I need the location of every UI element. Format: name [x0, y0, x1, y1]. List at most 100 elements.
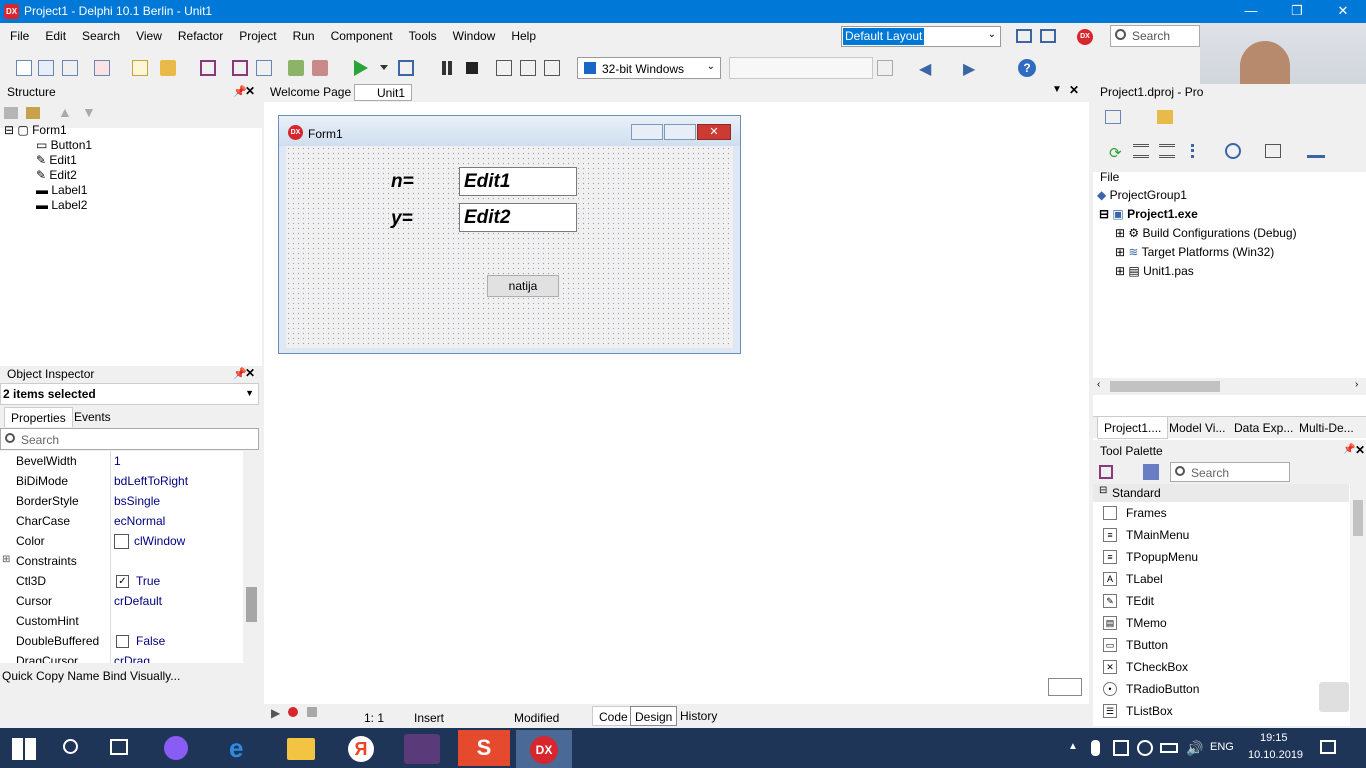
platform-combobox[interactable]: 32-bit Windows ⌄: [577, 57, 721, 79]
add-project-icon[interactable]: [1157, 110, 1173, 124]
trace-into-icon[interactable]: [496, 60, 512, 76]
delphi-taskbar-button[interactable]: DX: [516, 730, 572, 768]
form-maximize-button[interactable]: [664, 124, 696, 140]
video-app-icon[interactable]: [404, 734, 440, 764]
unit1-node[interactable]: ⊞ ▤ Unit1.pas: [1115, 264, 1194, 278]
yandex-browser-icon[interactable]: Я: [348, 736, 374, 762]
menu-component[interactable]: Component: [331, 29, 393, 43]
dx-icon[interactable]: DX: [1077, 29, 1093, 45]
layout-apply-icon[interactable]: [1040, 29, 1056, 43]
scroll-left-icon[interactable]: ‹: [1097, 379, 1100, 390]
expand-all-icon[interactable]: [1133, 144, 1149, 158]
property-row[interactable]: CustomHint: [0, 611, 243, 631]
notifications-icon[interactable]: [1320, 740, 1336, 754]
alice-assistant-icon[interactable]: [164, 736, 188, 760]
menu-search[interactable]: Search: [82, 29, 120, 43]
language-indicator[interactable]: ENG: [1210, 741, 1234, 753]
close-icon[interactable]: ✕: [245, 84, 255, 98]
form-close-button[interactable]: ✕: [697, 124, 731, 140]
oi-scrollbar[interactable]: [243, 451, 259, 663]
chevron-up-icon[interactable]: ▲: [1068, 741, 1078, 752]
search-icon[interactable]: [63, 739, 78, 754]
layout-combobox[interactable]: Default Layout ⌄: [841, 26, 1001, 47]
screen-recorder-icon[interactable]: S: [458, 730, 510, 766]
menu-refactor[interactable]: Refactor: [178, 29, 223, 43]
tree-node-edit1[interactable]: ✎ Edit1: [4, 153, 92, 168]
save-icon[interactable]: [200, 60, 216, 76]
pause-overlay-icon[interactable]: [1319, 682, 1349, 712]
globe-icon[interactable]: [1137, 740, 1153, 756]
tab-welcome-page[interactable]: Welcome Page: [270, 85, 351, 99]
oi-selection-combobox[interactable]: 2 items selected ▼: [0, 383, 259, 405]
palette-item-tmainmenu[interactable]: ≡ TMainMenu: [1103, 525, 1189, 545]
close-icon[interactable]: ✕: [245, 366, 255, 380]
menu-edit[interactable]: Edit: [45, 29, 66, 43]
new-form-icon[interactable]: [62, 60, 78, 76]
palette-item-frames[interactable]: Frames: [1103, 503, 1167, 523]
natija-button[interactable]: natija: [487, 275, 559, 297]
edit1[interactable]: Edit1: [459, 167, 577, 196]
close-button[interactable]: ✕: [1320, 0, 1366, 23]
menu-window[interactable]: Window: [453, 29, 496, 43]
pin-icon[interactable]: 📌: [1343, 444, 1355, 455]
palette-item-tradiobutton[interactable]: • TRadioButton: [1103, 679, 1199, 699]
property-row[interactable]: Ctl3D ✓ True: [0, 571, 243, 591]
minimize-button[interactable]: —: [1228, 0, 1274, 23]
new-items-icon[interactable]: [38, 60, 54, 76]
maximize-button[interactable]: ❐: [1274, 0, 1320, 23]
open-project-icon[interactable]: [256, 60, 272, 76]
tab-model-view[interactable]: Model Vi...: [1169, 421, 1225, 435]
label1[interactable]: n=: [391, 171, 414, 193]
tab-project1[interactable]: Project1....: [1097, 417, 1169, 439]
property-row[interactable]: DoubleBuffered False: [0, 631, 243, 651]
palette-item-tcheckbox[interactable]: ✕ TCheckBox: [1103, 657, 1188, 677]
run-to-cursor-icon[interactable]: [544, 60, 560, 76]
scroll-thumb[interactable]: [246, 587, 257, 622]
property-row[interactable]: BiDiMode bdLeftToRight: [0, 471, 243, 491]
close-file-icon[interactable]: [94, 60, 110, 76]
tree-node-button1[interactable]: ▭ Button1: [4, 138, 92, 153]
palette-item-tmemo[interactable]: ▤ TMemo: [1103, 613, 1167, 633]
clock-date[interactable]: 10.10.2019: [1248, 749, 1303, 761]
new-project-icon[interactable]: [1105, 110, 1121, 124]
help-icon[interactable]: ?: [1018, 59, 1036, 77]
menu-file[interactable]: File: [10, 29, 29, 43]
microphone-icon[interactable]: [1091, 740, 1100, 756]
sort-icon[interactable]: [1191, 144, 1207, 158]
tray-app-icon[interactable]: [1113, 740, 1129, 756]
record-macro-icon[interactable]: [288, 707, 298, 717]
pointer-icon[interactable]: [1143, 464, 1159, 480]
palette-categories-icon[interactable]: [1099, 465, 1113, 479]
compile-icon[interactable]: [1265, 144, 1281, 158]
remove-from-project-icon[interactable]: [312, 60, 328, 76]
back-arrow-icon[interactable]: ◀: [919, 59, 931, 79]
build-all-icon[interactable]: [1307, 144, 1325, 158]
expand-icon[interactable]: ⊞: [2, 554, 10, 565]
category-standard[interactable]: ⊟ Standard: [1093, 484, 1349, 502]
layout-save-icon[interactable]: [1016, 29, 1032, 43]
play-macro-icon[interactable]: ▶: [271, 706, 280, 720]
tree-node-form1[interactable]: ⊟ ▢ Form1: [4, 123, 92, 138]
palette-item-tlabel[interactable]: A TLabel: [1103, 569, 1163, 589]
property-row[interactable]: CharCase ecNormal: [0, 511, 243, 531]
checkbox-unchecked-icon[interactable]: [116, 635, 129, 648]
up-arrow-icon[interactable]: ▲: [58, 104, 72, 120]
property-row[interactable]: ⊞ Constraints: [0, 551, 243, 571]
checkbox-checked-icon[interactable]: ✓: [116, 575, 129, 588]
collapse-all-icon[interactable]: [1159, 144, 1175, 158]
edit2[interactable]: Edit2: [459, 203, 577, 232]
battery-icon[interactable]: [1160, 743, 1178, 753]
volume-icon[interactable]: 🔊: [1186, 740, 1203, 757]
add-to-project-icon[interactable]: [288, 60, 304, 76]
new-unit-icon[interactable]: [132, 60, 148, 76]
menu-view[interactable]: View: [136, 29, 162, 43]
target-platforms-node[interactable]: ⊞ ≋ Target Platforms (Win32): [1115, 245, 1274, 259]
refresh-icon[interactable]: [877, 60, 893, 76]
run-without-debug-icon[interactable]: [398, 60, 414, 76]
build-configurations-node[interactable]: ⊞ ⚙ Build Configurations (Debug): [1115, 226, 1297, 240]
run-icon[interactable]: [354, 60, 368, 76]
tab-code[interactable]: Code: [592, 706, 635, 726]
form-minimize-button[interactable]: [631, 124, 663, 140]
tree-node-label2[interactable]: ▬ Label2: [4, 198, 92, 213]
step-over-icon[interactable]: [520, 60, 536, 76]
